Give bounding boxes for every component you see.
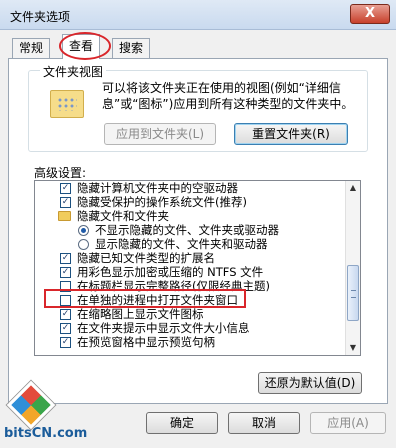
list-item-label: 隐藏文件和文件夹: [77, 209, 169, 223]
list-item-label: 在单独的进程中打开文件夹窗口: [77, 293, 238, 307]
button-label: 还原为默认值(D): [264, 376, 356, 390]
checkbox[interactable]: [60, 281, 71, 292]
vertical-scrollbar[interactable]: ▲ ▼: [345, 181, 360, 355]
close-button[interactable]: X: [350, 4, 390, 24]
tab-label: 常规: [19, 41, 44, 55]
button-label: 取消: [251, 416, 276, 430]
button-label: 应用(A): [327, 416, 369, 430]
checkbox[interactable]: [60, 253, 71, 264]
reset-folders-button[interactable]: 重置文件夹(R): [234, 123, 348, 145]
apply-to-folders-button[interactable]: 应用到文件夹(L): [104, 123, 216, 145]
tab-view[interactable]: 查看: [62, 34, 101, 59]
checkbox[interactable]: [60, 337, 71, 348]
ok-button[interactable]: 确定: [146, 412, 218, 434]
tab-label: 搜索: [119, 41, 144, 55]
folder-icon: [58, 211, 71, 221]
list-item-label: 显示隐藏的文件、文件夹和驱动器: [95, 237, 268, 251]
checkbox[interactable]: [60, 183, 71, 194]
folder-view-icon: [50, 90, 84, 118]
scroll-down-icon[interactable]: ▼: [346, 341, 360, 355]
list-item-label: 隐藏计算机文件夹中的空驱动器: [77, 181, 238, 195]
radio-button[interactable]: [78, 239, 89, 250]
list-item-label: 在标题栏显示完整路径(仅限经典主题): [77, 279, 270, 293]
cancel-button[interactable]: 取消: [228, 412, 300, 434]
checkbox[interactable]: [60, 309, 71, 320]
button-label: 重置文件夹(R): [252, 127, 330, 141]
scroll-up-icon[interactable]: ▲: [346, 181, 360, 195]
button-label: 应用到文件夹(L): [115, 127, 205, 141]
watermark-logo: bitsCN.com: [2, 380, 88, 446]
list-item-label: 不显示隐藏的文件、文件夹或驱动器: [95, 223, 279, 237]
tab-label: 查看: [69, 39, 94, 53]
tab-search[interactable]: 搜索: [112, 38, 151, 58]
checkbox[interactable]: [60, 197, 71, 208]
list-item-label: 在文件夹提示中显示文件大小信息: [77, 321, 250, 335]
watermark-text: bitsCN.com: [4, 426, 88, 441]
watermark-diamond-icon: [6, 380, 56, 430]
advanced-settings-list[interactable]: 隐藏计算机文件夹中的空驱动器 隐藏受保护的操作系统文件(推荐) 隐藏文件和文件夹…: [34, 180, 361, 356]
restore-defaults-button[interactable]: 还原为默认值(D): [258, 372, 362, 394]
checkbox[interactable]: [60, 295, 71, 306]
radio-button[interactable]: [78, 225, 89, 236]
folder-views-legend: 文件夹视图: [40, 63, 107, 80]
close-icon: X: [364, 6, 376, 21]
button-label: 确定: [169, 416, 194, 430]
list-item-label: 用彩色显示加密或压缩的 NTFS 文件: [77, 265, 264, 279]
folder-views-description: 可以将该文件夹正在使用的视图(例如“详细信息”或“图标”)应用到所有这种类型的文…: [102, 81, 354, 111]
list-item-label: 在预览窗格中显示预览句柄: [77, 335, 215, 349]
advanced-settings-label: 高级设置:: [34, 166, 87, 180]
checkbox[interactable]: [60, 267, 71, 278]
window-title: 文件夹选项: [10, 10, 71, 24]
list-item-label: 在缩略图上显示文件图标: [77, 307, 204, 321]
apply-button[interactable]: 应用(A): [310, 412, 386, 434]
tab-general[interactable]: 常规: [12, 38, 51, 58]
list-item-label: 隐藏受保护的操作系统文件(推荐): [77, 195, 247, 209]
scrollbar-thumb[interactable]: [347, 265, 359, 321]
title-bar: 文件夹选项 X: [0, 0, 396, 30]
checkbox[interactable]: [60, 323, 71, 334]
list-item-label: 隐藏已知文件类型的扩展名: [77, 251, 215, 265]
